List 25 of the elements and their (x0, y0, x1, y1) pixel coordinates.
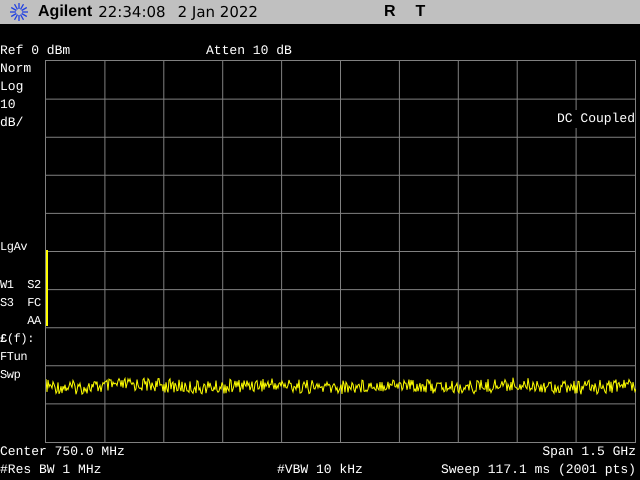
sweep-time: Sweep 117.1 ms (2001 pts) (440, 461, 636, 479)
starburst-logo-icon (9, 2, 29, 22)
trace-annotation: £(f): (0, 331, 34, 348)
attenuation-label: Atten 10 dB (206, 42, 292, 60)
trace-annotation: W1 S2 (0, 277, 41, 294)
status-indicator: R (384, 3, 396, 21)
video-bandwidth: #VBW 10 kHz (277, 461, 363, 479)
status-indicator: T (416, 3, 426, 21)
center-frequency: Center 750.0 MHz (0, 443, 125, 461)
trace-annotation: FTun (0, 349, 28, 366)
scale-annotation: dB/ (0, 114, 24, 132)
trace-annotation: Swp (0, 367, 20, 384)
date-label: 2 Jan 2022 (178, 3, 258, 21)
trace-annotation: LgAv (0, 239, 28, 256)
scale-annotation: Norm (0, 60, 32, 78)
trace-annotation: S3 FC (0, 295, 41, 312)
span-label: Span 1.5 GHz (542, 443, 636, 461)
trace-annotation: AA (26, 313, 41, 330)
coupling-label: DC Coupled (556, 110, 635, 128)
scale-annotation: 10 (0, 96, 16, 114)
scale-annotation: Log (0, 78, 24, 96)
brand-label: Agilent (38, 3, 92, 21)
resolution-bandwidth: #Res BW 1 MHz (0, 461, 102, 479)
clock-time: 22:34:08 (98, 3, 166, 21)
reference-level: Ref 0 dBm (0, 42, 72, 60)
